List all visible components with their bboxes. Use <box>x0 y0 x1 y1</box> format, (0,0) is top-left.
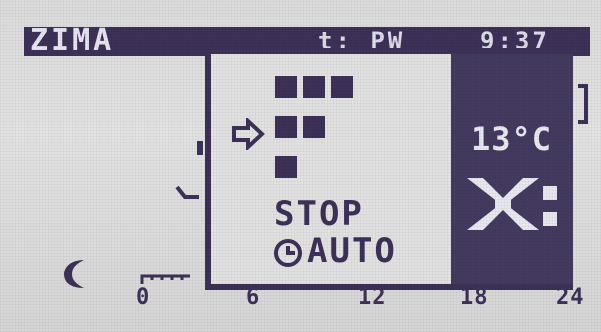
setpoint-temperature: 13°C <box>471 120 553 158</box>
timeline-label: 24 <box>556 285 585 310</box>
season-mode-label: ZIMA <box>30 23 115 58</box>
scale-tick <box>197 141 203 155</box>
scale-tick-mark <box>175 185 199 199</box>
timeline-label: 6 <box>246 285 261 310</box>
timeline-label: 0 <box>136 285 151 310</box>
level-blocks <box>275 76 353 178</box>
fan-off-icon <box>467 178 557 230</box>
clock-icon <box>274 239 302 267</box>
thermostat-lcd-screen: ZIMA t: PW 9:37 13°C STOP AUTO 0 6 12 18… <box>0 0 601 332</box>
arrow-right-icon <box>232 118 265 150</box>
moon-icon <box>64 260 84 288</box>
timeline-label: 12 <box>358 285 387 310</box>
state-label: STOP <box>274 194 364 234</box>
mode-label: AUTO <box>307 231 397 271</box>
scale-bracket <box>578 84 588 124</box>
temperature-panel: 13°C <box>451 54 573 284</box>
timeline-label: 18 <box>460 285 489 310</box>
